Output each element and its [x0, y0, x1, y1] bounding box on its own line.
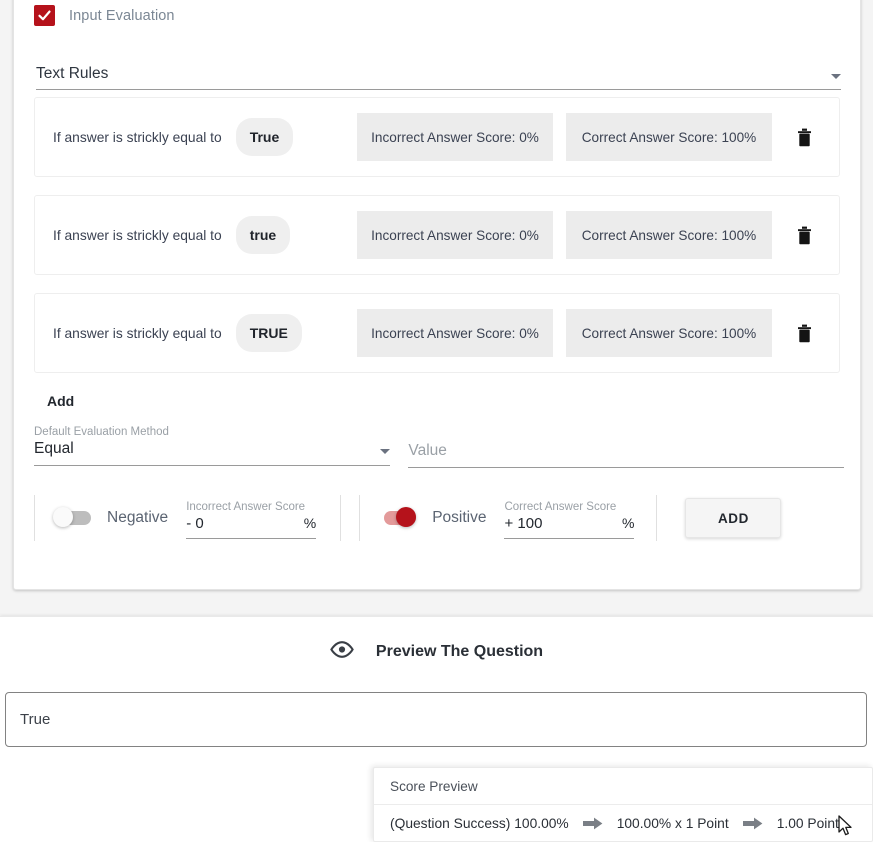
eye-icon — [330, 641, 354, 663]
default-evaluation-method-label: Default Evaluation Method — [34, 426, 169, 438]
add-button[interactable]: ADD — [685, 498, 782, 538]
toggle-knob — [396, 507, 417, 527]
rule-value-chip[interactable]: true — [235, 216, 291, 254]
table-row: If answer is strickly equal to true Inco… — [34, 195, 840, 275]
input-evaluation-checkbox-row[interactable]: Input Evaluation — [34, 5, 175, 26]
toggle-knob — [53, 507, 73, 527]
percent-symbol: % — [303, 515, 317, 531]
negative-toggle-label: Negative — [107, 509, 169, 526]
chevron-down-icon[interactable] — [831, 74, 841, 79]
default-evaluation-method-select[interactable]: Default Evaluation Method Equal — [34, 426, 391, 468]
percent-symbol: % — [622, 515, 635, 531]
score-preview-step-2: 100.00% x 1 Point — [616, 816, 729, 831]
negative-toggle-group: Negative — [35, 507, 186, 529]
field-underline — [408, 467, 844, 468]
score-preview-body: (Question Success) 100.00% 100.00% x 1 P… — [374, 805, 872, 842]
correct-answer-score-value: + 100 — [504, 515, 543, 532]
delete-rule-button[interactable] — [787, 218, 821, 252]
rule-correct-score[interactable]: Correct Answer Score: 100% — [566, 309, 772, 357]
rule-incorrect-score[interactable]: Incorrect Answer Score: 0% — [357, 309, 553, 357]
rule-condition-label: If answer is strickly equal to — [53, 325, 222, 341]
incorrect-answer-score-value: - 0 — [186, 515, 204, 532]
page-root: Input Evaluation Text Rules If answer is… — [0, 0, 873, 842]
rule-incorrect-score[interactable]: Incorrect Answer Score: 0% — [357, 113, 553, 161]
trash-icon — [797, 324, 811, 342]
trash-icon — [797, 226, 811, 244]
positive-toggle-label: Positive — [432, 509, 487, 526]
score-preview-title: Score Preview — [374, 768, 872, 805]
table-row: If answer is strickly equal to TRUE Inco… — [34, 293, 840, 373]
score-preview-step-3: 1.00 Point — [776, 816, 839, 831]
table-row: If answer is strickly equal to True Inco… — [34, 97, 840, 177]
score-controls-row: Negative Incorrect Answer Score - 0 % Po… — [34, 483, 844, 553]
field-underline — [504, 538, 635, 539]
text-rules-select[interactable]: Text Rules — [36, 65, 841, 90]
rule-condition-label: If answer is strickly equal to — [53, 129, 222, 145]
add-rule-link[interactable]: Add — [47, 393, 74, 409]
correct-answer-score-input[interactable]: Correct Answer Score + 100 % — [504, 497, 635, 539]
text-rules-label: Text Rules — [36, 65, 109, 82]
arrow-right-icon — [582, 817, 603, 830]
field-underline — [34, 465, 391, 466]
chevron-down-icon[interactable] — [380, 449, 391, 454]
rule-condition-label: If answer is strickly equal to — [53, 227, 222, 243]
rules-list: If answer is strickly equal to True Inco… — [34, 97, 840, 391]
divider — [656, 495, 658, 541]
answer-input-value: True — [20, 711, 51, 728]
default-evaluation-method-value: Equal — [34, 440, 74, 457]
checkbox-checked-icon[interactable] — [34, 5, 55, 26]
delete-rule-button[interactable] — [787, 316, 821, 350]
input-evaluation-card: Input Evaluation Text Rules If answer is… — [13, 0, 861, 590]
input-evaluation-label: Input Evaluation — [69, 7, 175, 24]
arrow-right-icon — [742, 817, 763, 830]
score-preview-panel: Score Preview (Question Success) 100.00%… — [373, 767, 873, 842]
value-input-placeholder: Value — [408, 442, 447, 459]
positive-toggle-group: Positive — [360, 507, 504, 529]
rule-incorrect-score[interactable]: Incorrect Answer Score: 0% — [357, 211, 553, 259]
delete-rule-button[interactable] — [787, 120, 821, 154]
negative-toggle[interactable] — [53, 507, 93, 529]
rule-correct-score[interactable]: Correct Answer Score: 100% — [566, 211, 772, 259]
trash-icon — [797, 128, 811, 146]
correct-answer-score-label: Correct Answer Score — [504, 501, 617, 513]
preview-title: Preview The Question — [375, 643, 544, 660]
field-underline — [186, 538, 317, 539]
divider — [340, 495, 342, 541]
incorrect-answer-score-label: Incorrect Answer Score — [186, 501, 306, 513]
value-input[interactable]: Value — [408, 426, 844, 468]
preview-header: Preview The Question — [0, 641, 873, 663]
answer-input[interactable]: True — [5, 692, 867, 747]
rule-correct-score[interactable]: Correct Answer Score: 100% — [566, 113, 772, 161]
default-evaluation-row: Default Evaluation Method Equal Value — [34, 426, 844, 468]
positive-toggle[interactable] — [378, 507, 418, 529]
incorrect-answer-score-input[interactable]: Incorrect Answer Score - 0 % — [186, 497, 317, 539]
score-preview-step-1: (Question Success) 100.00% — [390, 816, 569, 831]
rule-value-chip[interactable]: TRUE — [235, 314, 302, 352]
rule-value-chip[interactable]: True — [235, 118, 294, 156]
